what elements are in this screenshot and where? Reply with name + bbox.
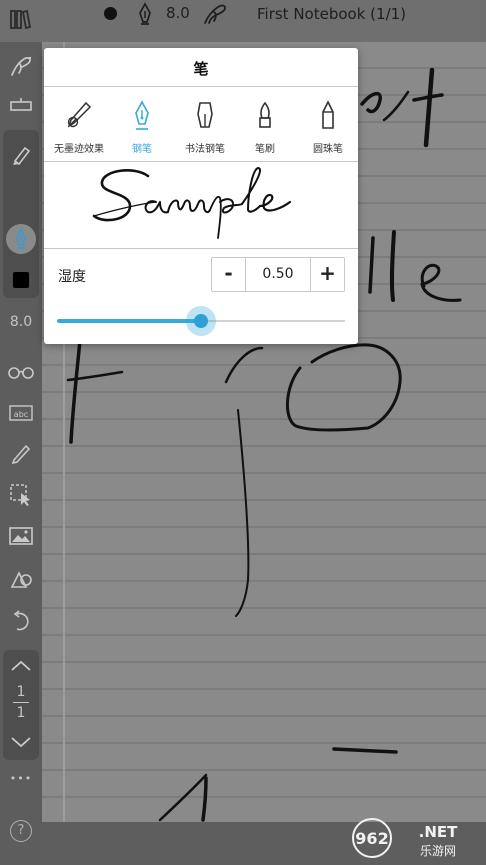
pen-type-fountain[interactable]: 钢笔 [111,100,173,156]
pen-settings-popup: 笔 无墨迹效果 钢笔 书法钢笔 笔刷 圆珠笔 湿度 - 0.50 + [44,48,358,344]
watermark-logo: 962 .NET 乐游网 [352,818,458,858]
svg-text:乐游网: 乐游网 [420,844,456,858]
lasso-select-icon[interactable] [0,482,42,508]
page-total: 1 [16,705,26,721]
page-current: 1 [16,684,26,700]
fountain-pen-tool-icon[interactable] [0,226,42,252]
pen-size-readout[interactable]: 8.0 [166,4,190,22]
calligraphy-pen-icon [197,102,213,128]
fountain-pen-icon[interactable] [136,2,154,30]
help-icon[interactable]: ? [10,820,32,842]
svg-text:962: 962 [355,829,388,848]
shapes-icon[interactable] [0,566,42,592]
text-box-icon[interactable]: abc [0,402,42,424]
decrease-button[interactable]: - [212,258,246,291]
page-divider [13,702,29,703]
current-color-swatch[interactable] [104,7,117,20]
popup-title: 笔 [193,60,209,78]
left-toolbar: 8.0 abc 1 1 ••• [0,42,42,865]
divider [44,248,358,249]
wetness-label: 湿度 [58,269,86,285]
wetness-value[interactable]: 0.50 [246,258,310,291]
pencil-icon[interactable] [0,440,42,466]
no-ink-pen-icon [67,101,92,128]
image-icon[interactable] [0,524,42,548]
pen-type-label: 圆珠笔 [313,144,343,155]
pen-type-ballpoint[interactable]: 圆珠笔 [297,100,359,156]
wetness-slider-thumb[interactable] [194,314,208,328]
color-swatch[interactable] [13,272,29,288]
increase-button[interactable]: + [310,258,344,291]
pen-type-label: 笔刷 [255,144,275,155]
more-options-icon[interactable]: ••• [0,772,42,785]
pen-type-brush[interactable]: 笔刷 [234,100,296,156]
svg-text:.NET: .NET [419,823,458,841]
notebook-title[interactable]: First Notebook (1/1) [257,5,406,23]
library-icon[interactable] [9,9,32,35]
divider [44,86,358,87]
wetness-slider-fill [57,319,201,323]
pen-type-label: 书法钢笔 [185,144,225,155]
pen-tool-icon[interactable] [0,52,42,80]
svg-text:abc: abc [14,410,28,419]
top-toolbar: 8.0 First Notebook (1/1) [0,0,486,42]
pen-size-value[interactable]: 8.0 [0,314,42,330]
chevron-up-icon[interactable] [0,656,42,676]
wetness-stepper: - 0.50 + [211,257,345,292]
undo-icon[interactable] [0,608,42,634]
highlighter-icon[interactable] [0,142,42,168]
pen-type-calligraphy[interactable]: 书法钢笔 [174,100,236,156]
eraser-glasses-icon[interactable] [0,360,42,384]
pen-sample-preview [92,167,292,239]
pen-type-no-ink[interactable]: 无墨迹效果 [48,100,110,156]
brush-icon [259,101,271,128]
pen-type-label: 钢笔 [132,144,152,155]
pen-settings-icon[interactable] [202,2,228,30]
chevron-down-icon[interactable] [0,732,42,752]
ballpoint-pen-icon [322,100,334,129]
fountain-pen-icon [135,100,149,130]
ruler-icon[interactable] [0,94,42,116]
pen-type-label: 无墨迹效果 [54,144,104,155]
